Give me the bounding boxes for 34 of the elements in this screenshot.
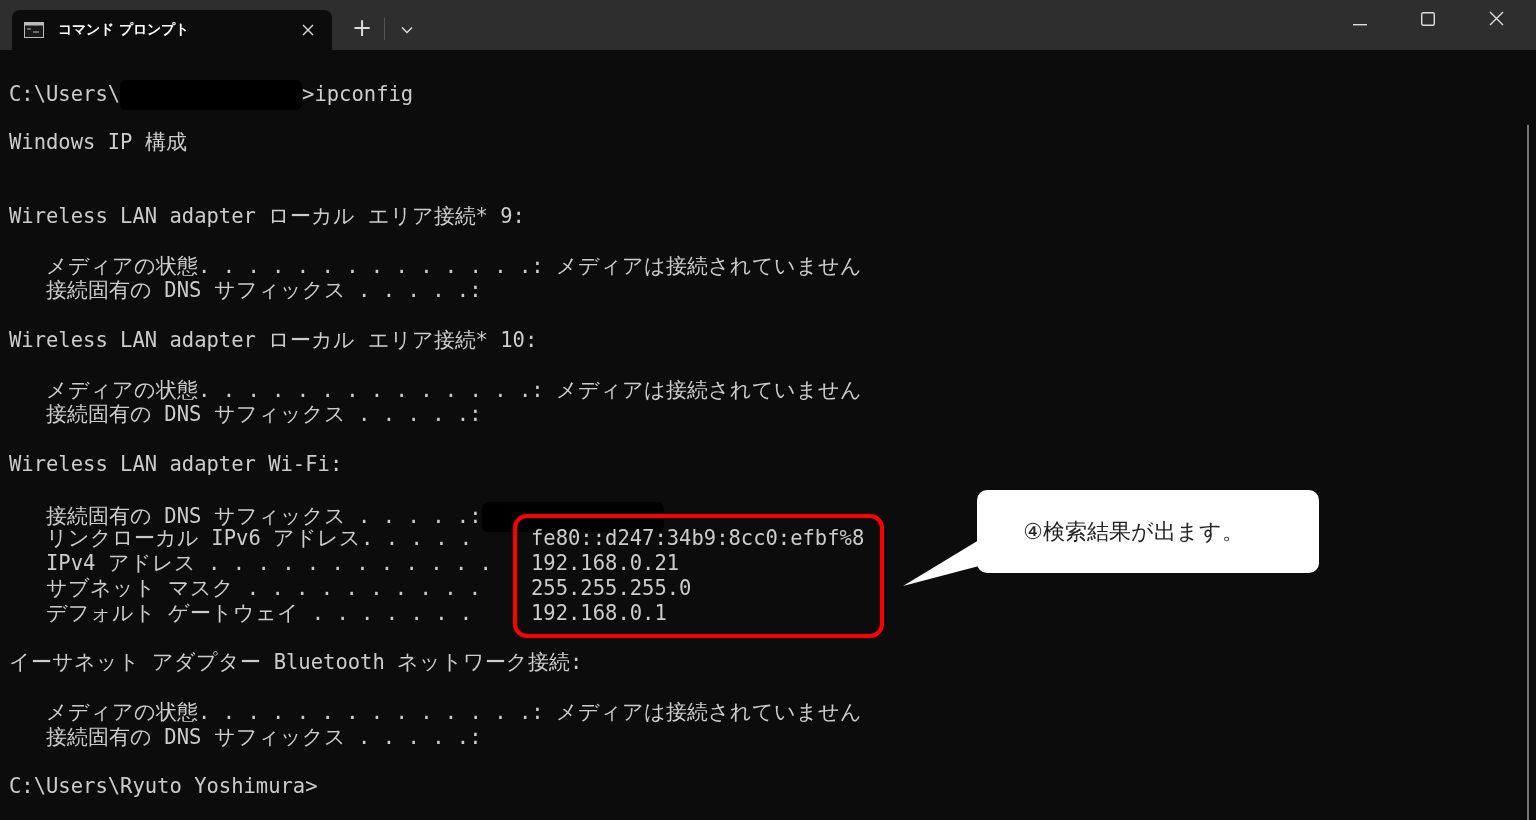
scrollbar[interactable] [1527,125,1529,820]
speech-bubble: ④検索結果が出ます。 [977,490,1319,573]
terminal-text: C:\Users\Ryuto Yoshimura> [9,774,318,799]
tab-title: コマンド プロンプト [58,21,190,39]
terminal-text: >ipconfig [302,82,414,106]
terminal-text: Wireless LAN adapter Wi-Fi: [9,451,343,476]
terminal-text: イーサネット アダプター Bluetooth ネットワーク接続: [9,650,583,675]
terminal-text: 接続固有の DNS サフィックス . . . . .: [45,278,482,303]
new-tab-button[interactable]: + [346,10,379,46]
terminal-text: デフォルト ゲートウェイ . . . . . . . [45,600,473,625]
maximize-icon[interactable] [1421,12,1435,26]
terminal-icon [24,22,44,38]
terminal-text: IPv4 アドレス . . . . . . . . . . . . [45,551,492,576]
terminal-text: fe80::d247:34b9:8cc0:efbf%8 [531,526,865,551]
close-icon[interactable] [1489,11,1504,26]
terminal-tab[interactable]: コマンド プロンプト [12,10,332,50]
terminal-text: Wireless LAN adapter ローカル エリア接続* 10: [9,327,538,352]
terminal-text: 192.168.0.21 [531,551,680,576]
terminal-text: リンクローカル IPv6 アドレス. . . . . [45,526,473,551]
terminal-text: メディアの状態. . . . . . . . . . . . . .: メディアは接続されていません [45,253,862,278]
terminal-text: 255.255.255.0 [531,575,692,600]
terminal-text: Windows IP 構成 [9,129,187,154]
minimize-icon[interactable] [1353,24,1367,26]
terminal-text: メディアの状態. . . . . . . . . . . . . .: メディアは接続されていません [45,699,862,724]
terminal-text: 接続固有の DNS サフィックス . . . . .: [45,724,482,749]
terminal-text: メディアの状態. . . . . . . . . . . . . .: メディアは接続されていません [45,377,862,402]
close-tab-icon[interactable] [302,24,314,36]
terminal-text: 接続固有の DNS サフィックス . . . . .: [45,503,482,528]
dropdown-caret-icon[interactable] [401,26,414,34]
terminal-text: Wireless LAN adapter ローカル エリア接続* 9: [9,204,525,228]
terminal-text: C:\Users\ [9,82,121,106]
terminal-text: 192.168.0.1 [531,600,667,625]
terminal-text: 接続固有の DNS サフィックス . . . . .: [45,402,482,427]
terminal-text: サブネット マスク . . . . . . . . . . [45,575,482,600]
